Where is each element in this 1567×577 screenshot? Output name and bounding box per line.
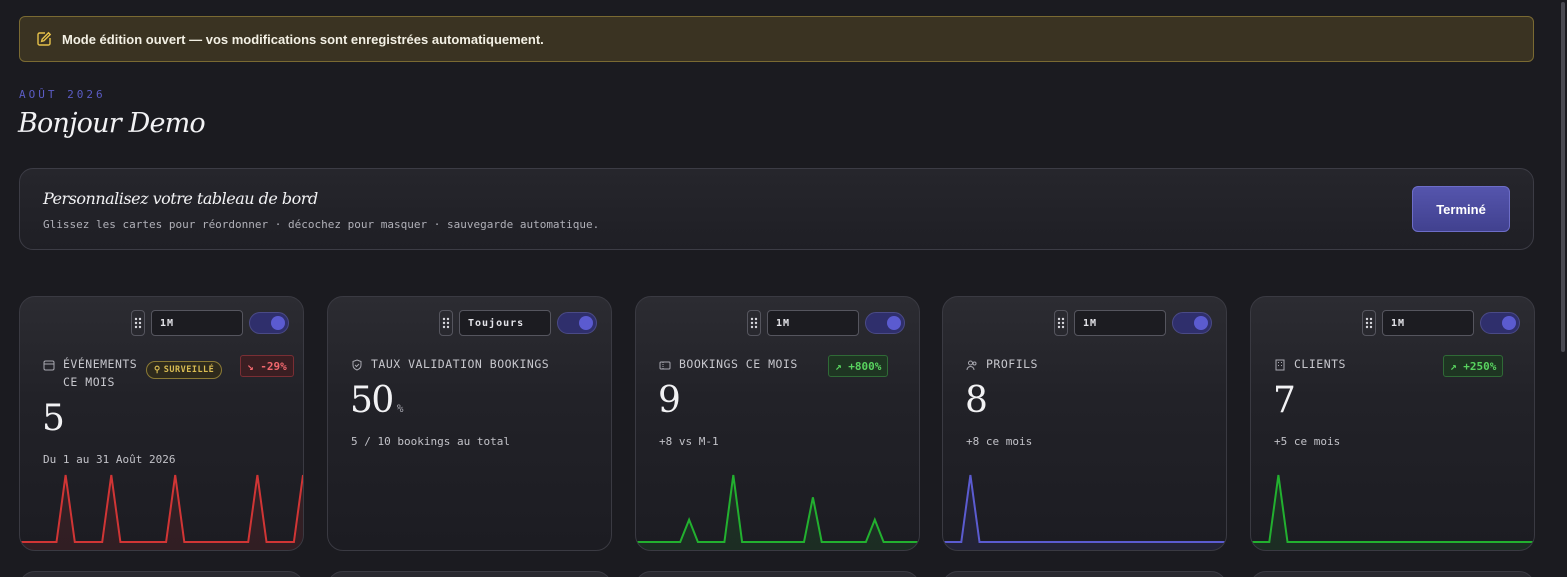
sparkline-line [1251, 474, 1534, 543]
period-select[interactable]: 1M [151, 310, 243, 336]
drag-handle-icon[interactable] [1054, 310, 1068, 336]
toggle-knob [1194, 316, 1208, 330]
card-profiles: 1M PROFILS 8 +8 ce mois [942, 296, 1227, 551]
drag-handle-icon[interactable] [1362, 310, 1376, 336]
customize-subtitle: Glissez les cartes pour réordonner · déc… [43, 218, 600, 231]
banner-text: Mode édition ouvert — vos modifications … [62, 31, 544, 47]
card-title: CLIENTS [1294, 357, 1346, 371]
metric-note: +5 ce mois [1274, 435, 1341, 448]
metric-unit: % [396, 402, 404, 415]
visibility-toggle[interactable] [249, 312, 289, 334]
shield-icon [351, 358, 363, 371]
watch-label: SURVEILLÉ [163, 365, 215, 375]
card-placeholder [19, 571, 304, 577]
card-label: ÉVÉNEMENTS CE MOIS [43, 355, 143, 391]
card-label: PROFILS [966, 355, 1038, 373]
card-controls: 1M [1362, 310, 1520, 336]
current-month: AOÛT 2026 [19, 88, 106, 101]
sparkline [20, 474, 303, 550]
trend-badge: ↘ -29% [240, 355, 294, 377]
metric-value: 7 [1273, 380, 1296, 421]
drag-handle-icon[interactable] [747, 310, 761, 336]
card-title: TAUX VALIDATION BOOKINGS [371, 357, 550, 371]
metric-note: 5 / 10 bookings au total [351, 435, 510, 448]
card-title: ÉVÉNEMENTS CE MOIS [63, 357, 138, 389]
done-button[interactable]: Terminé [1412, 186, 1510, 232]
customize-panel: Personnalisez votre tableau de bord Glis… [19, 168, 1534, 250]
page-title: Bonjour Demo [18, 108, 206, 139]
edit-mode-banner: Mode édition ouvert — vos modifications … [19, 16, 1534, 62]
card-controls: 1M [1054, 310, 1212, 336]
watch-badge: ⚲ SURVEILLÉ [146, 361, 223, 379]
visibility-toggle[interactable] [1172, 312, 1212, 334]
visibility-toggle[interactable] [1480, 312, 1520, 334]
metric-note: +8 ce mois [966, 435, 1033, 448]
calendar-icon [43, 358, 55, 371]
card-bookings: 1M BOOKINGS CE MOIS ↗ +800% 9 +8 vs M-1 [635, 296, 920, 551]
period-select[interactable]: 1M [1382, 310, 1474, 336]
metric-value: 9 [658, 380, 681, 421]
sparkline-area [20, 475, 303, 550]
metric-number: 50 [350, 380, 394, 421]
visibility-toggle[interactable] [865, 312, 905, 334]
scrollbar[interactable] [1561, 2, 1565, 352]
card-label: TAUX VALIDATION BOOKINGS [351, 355, 549, 373]
toggle-knob [887, 316, 901, 330]
users-icon [966, 358, 978, 371]
period-select[interactable]: 1M [1074, 310, 1166, 336]
edit-icon [36, 31, 52, 47]
card-events: 1M ÉVÉNEMENTS CE MOIS ⚲ SURVEILLÉ ↘ -29% … [19, 296, 304, 551]
ticket-icon [659, 358, 671, 370]
period-select[interactable]: Toujours [459, 310, 551, 336]
metric-value: 50% [350, 383, 403, 419]
period-select[interactable]: 1M [767, 310, 859, 336]
card-controls: Toujours [439, 310, 597, 336]
sparkline [636, 474, 919, 550]
sparkline-area [1251, 475, 1534, 550]
toggle-knob [579, 316, 593, 330]
pin-icon: ⚲ [154, 365, 161, 375]
card-booking-validation: Toujours TAUX VALIDATION BOOKINGS 50% 5 … [327, 296, 612, 551]
toggle-knob [1502, 316, 1516, 330]
metric-note: +8 vs M-1 [659, 435, 719, 448]
sparkline-area [636, 475, 919, 550]
sparkline-line [943, 474, 1226, 543]
sparkline [943, 474, 1226, 550]
card-placeholder [635, 571, 920, 577]
metric-value: 5 [42, 398, 65, 439]
visibility-toggle[interactable] [557, 312, 597, 334]
card-title: PROFILS [986, 357, 1038, 371]
card-label: BOOKINGS CE MOIS [659, 355, 798, 373]
customize-title: Personnalisez votre tableau de bord [43, 189, 318, 208]
toggle-knob [271, 316, 285, 330]
card-label: CLIENTS [1274, 355, 1346, 373]
metric-value: 8 [965, 380, 988, 421]
sparkline [1251, 474, 1534, 550]
card-title: BOOKINGS CE MOIS [679, 357, 798, 371]
card-clients: 1M CLIENTS ↗ +250% 7 +5 ce mois [1250, 296, 1535, 551]
building-icon [1274, 358, 1286, 371]
card-placeholder [327, 571, 612, 577]
trend-badge: ↗ +250% [1443, 355, 1504, 377]
drag-handle-icon[interactable] [131, 310, 145, 336]
drag-handle-icon[interactable] [439, 310, 453, 336]
card-controls: 1M [747, 310, 905, 336]
card-placeholder [942, 571, 1227, 577]
card-placeholder [1250, 571, 1535, 577]
card-controls: 1M [131, 310, 289, 336]
sparkline-area [943, 475, 1226, 550]
trend-badge: ↗ +800% [828, 355, 889, 377]
